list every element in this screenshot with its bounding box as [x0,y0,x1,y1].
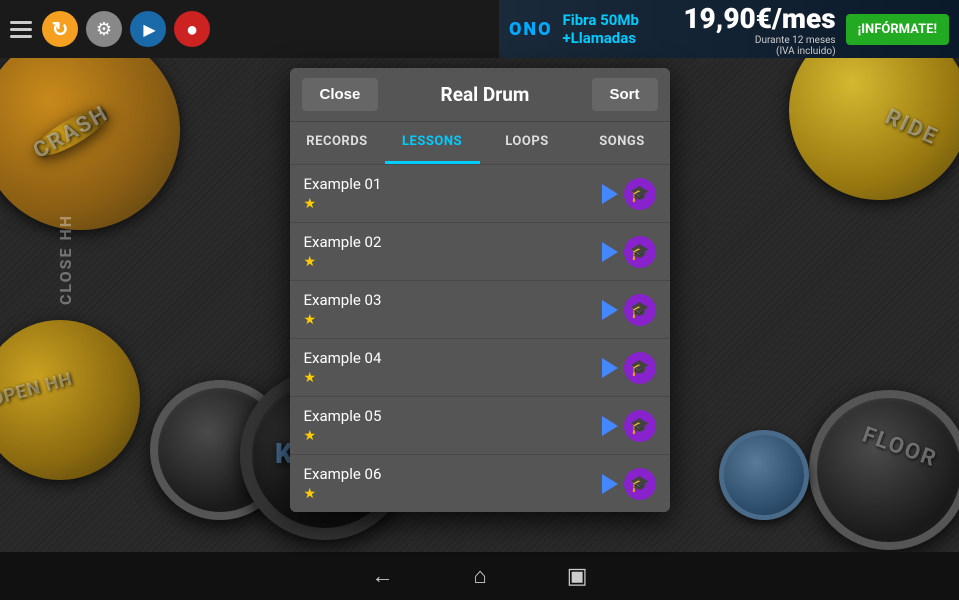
play-song-button[interactable] [602,474,618,494]
play-song-button[interactable] [602,416,618,436]
song-name: Example 01 [304,175,602,193]
ad-logo: ONO [509,19,553,40]
graduation-icon: 🎓 [630,416,650,435]
song-list: Example 01 ★ 🎓 Example 02 ★ 🎓 [290,164,670,512]
home-button[interactable]: ⌂ [473,563,486,589]
record-icon: ● [186,17,198,42]
play-song-button[interactable] [602,300,618,320]
close-hh-label: CLOSE HH [56,214,75,305]
refresh-icon: ↻ [52,17,69,41]
modal-title: Real Drum [378,83,591,106]
tab-songs[interactable]: SONGS [575,122,670,164]
refresh-button[interactable]: ↻ [42,11,78,47]
graduation-icon: 🎓 [630,474,650,493]
song-star: ★ [304,370,602,386]
ad-price-note: (IVA incluido) [776,46,836,57]
recents-button[interactable]: ▣ [567,564,588,589]
song-actions: 🎓 [602,294,656,326]
song-name: Example 06 [304,465,602,483]
play-button[interactable]: ▶ [130,11,166,47]
song-star: ★ [304,428,602,444]
ad-price-big: 19,90€/mes [683,2,835,35]
ad-price: 19,90€/mes Durante 12 meses (IVA incluid… [683,2,835,57]
lesson-button[interactable]: 🎓 [624,178,656,210]
play-icon: ▶ [143,20,155,39]
lesson-button[interactable]: 🎓 [624,236,656,268]
song-actions: 🎓 [602,236,656,268]
ad-text: Fibra 50Mb +Llamadas [563,11,684,47]
back-button[interactable]: ← [371,563,393,589]
song-row: Example 04 ★ 🎓 [290,338,670,396]
song-actions: 🎓 [602,410,656,442]
tambourine [719,430,809,520]
sort-button[interactable]: Sort [592,78,658,111]
song-star: ★ [304,254,602,270]
close-button[interactable]: Close [302,78,379,111]
modal-tabs: RECORDS LESSONS LOOPS SONGS [290,122,670,164]
menu-button[interactable] [10,21,32,38]
tab-records[interactable]: RECORDS [290,122,385,164]
bottom-nav: ← ⌂ ▣ [0,552,959,600]
play-song-button[interactable] [602,242,618,262]
song-row: Example 02 ★ 🎓 [290,222,670,280]
modal-header: Close Real Drum Sort [290,68,670,122]
song-name: Example 04 [304,349,602,367]
play-song-button[interactable] [602,184,618,204]
graduation-icon: 🎓 [630,184,650,203]
song-row: Example 03 ★ 🎓 [290,280,670,338]
play-song-button[interactable] [602,358,618,378]
ad-fiber-line1: Fibra 50Mb [563,11,684,29]
song-row: Example 05 ★ 🎓 [290,396,670,454]
song-name: Example 05 [304,407,602,425]
settings-button[interactable]: ⚙ [86,11,122,47]
graduation-icon: 🎓 [630,242,650,261]
modal-dialog: Close Real Drum Sort RECORDS LESSONS LOO… [290,68,670,512]
song-star: ★ [304,196,602,212]
record-button[interactable]: ● [174,11,210,47]
song-actions: 🎓 [602,468,656,500]
song-row: Example 01 ★ 🎓 [290,164,670,222]
ad-price-subtitle: Durante 12 meses [755,35,836,46]
song-info: Example 05 ★ [304,407,602,444]
song-actions: 🎓 [602,178,656,210]
song-star: ★ [304,312,602,328]
ad-fiber-line2: +Llamadas [563,29,684,47]
tab-lessons[interactable]: LESSONS [385,122,480,164]
lesson-button[interactable]: 🎓 [624,468,656,500]
song-name: Example 03 [304,291,602,309]
graduation-icon: 🎓 [630,300,650,319]
lesson-button[interactable]: 🎓 [624,410,656,442]
song-info: Example 03 ★ [304,291,602,328]
song-star: ★ [304,486,602,502]
song-actions: 🎓 [602,352,656,384]
tab-loops[interactable]: LOOPS [480,122,575,164]
settings-icon: ⚙ [96,19,112,40]
song-name: Example 02 [304,233,602,251]
song-info: Example 01 ★ [304,175,602,212]
floor-tom [809,390,959,550]
ad-cta-button[interactable]: ¡INFÓRMATE! [846,14,949,45]
song-row: Example 06 ★ 🎓 [290,454,670,512]
song-info: Example 04 ★ [304,349,602,386]
lesson-button[interactable]: 🎓 [624,294,656,326]
graduation-icon: 🎓 [630,358,650,377]
song-info: Example 06 ★ [304,465,602,502]
ad-banner: ONO Fibra 50Mb +Llamadas 19,90€/mes Dura… [499,0,959,58]
song-info: Example 02 ★ [304,233,602,270]
lesson-button[interactable]: 🎓 [624,352,656,384]
